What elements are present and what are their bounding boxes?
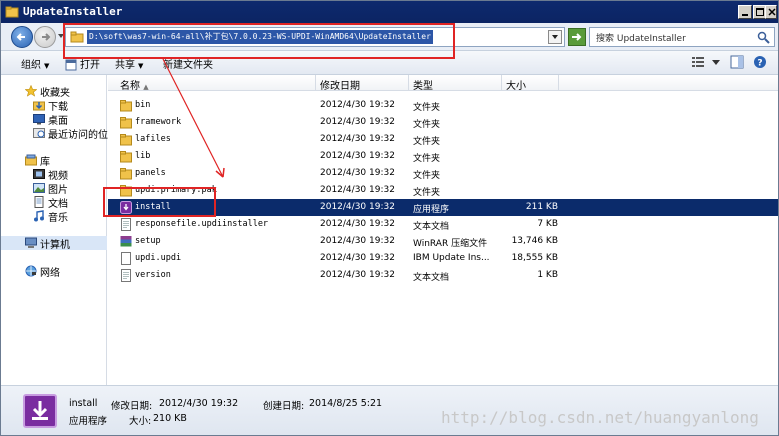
explorer-window: UpdateInstaller D:\soft\was7-win-64-all\…: [0, 0, 779, 436]
annotation-arrow: [162, 58, 225, 178]
